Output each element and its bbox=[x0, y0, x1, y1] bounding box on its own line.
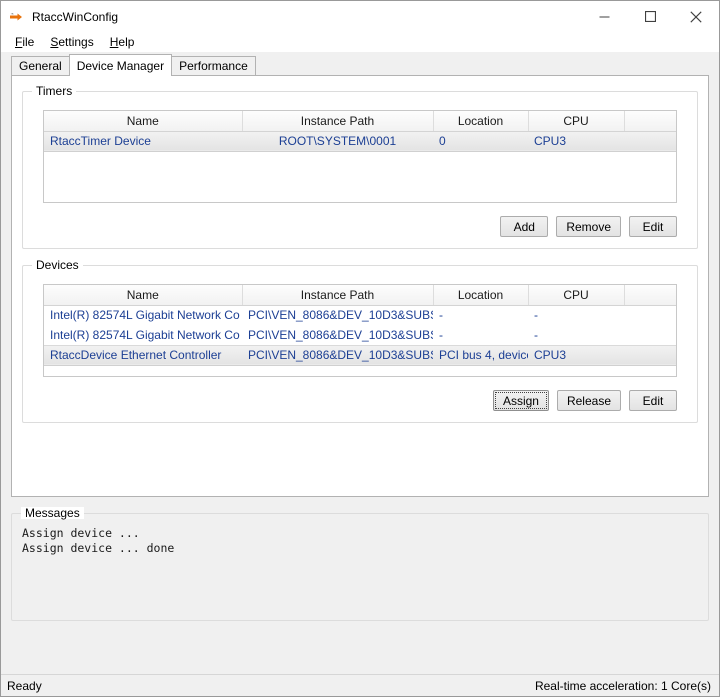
timers-table[interactable]: Name Instance Path Location CPU RtaccTim… bbox=[43, 110, 677, 203]
devices-group: Devices Name Instance Path Location CPU bbox=[22, 259, 698, 423]
timers-cell-cpu: CPU3 bbox=[528, 130, 624, 152]
devices-cell-location: PCI bus 4, device bbox=[433, 344, 528, 366]
close-button[interactable] bbox=[673, 1, 719, 32]
devices-col-extra[interactable] bbox=[624, 285, 676, 306]
edit-timer-button[interactable]: Edit bbox=[629, 216, 677, 237]
tab-performance[interactable]: Performance bbox=[171, 56, 256, 75]
timers-group: Timers Name Instance Path Location CPU R… bbox=[22, 85, 698, 249]
status-bar: Ready Real-time acceleration: 1 Core(s) bbox=[1, 674, 719, 696]
assign-device-button[interactable]: Assign bbox=[492, 390, 549, 411]
devices-table[interactable]: Name Instance Path Location CPU Intel(R)… bbox=[43, 284, 677, 377]
devices-group-title: Devices bbox=[32, 259, 83, 271]
devices-cell-path: PCI\VEN_8086&DEV_10D3&SUBSYS bbox=[248, 327, 433, 342]
rtacc-arrow-icon bbox=[10, 12, 22, 20]
timers-cell-path: ROOT\SYSTEM\0001 bbox=[242, 130, 433, 152]
timers-col-path[interactable]: Instance Path bbox=[242, 111, 434, 132]
devices-cell-extra bbox=[624, 305, 676, 325]
menu-item-help[interactable]: Help bbox=[102, 32, 143, 52]
table-row[interactable]: Intel(R) 82574L Gigabit Network Co PCI\V… bbox=[44, 305, 676, 325]
tab-performance-label: Performance bbox=[179, 59, 248, 73]
devices-table-header-row: Name Instance Path Location CPU bbox=[44, 285, 676, 306]
edit-device-button[interactable]: Edit bbox=[629, 390, 677, 411]
app-window: RtaccWinConfig File Settings Help Genera… bbox=[0, 0, 720, 697]
add-timer-button[interactable]: Add bbox=[500, 216, 549, 237]
devices-cell-cpu: - bbox=[534, 308, 538, 323]
timers-col-cpu[interactable]: CPU bbox=[528, 111, 625, 132]
table-row[interactable]: Intel(R) 82574L Gigabit Network Co PCI\V… bbox=[44, 325, 676, 345]
tab-device-manager[interactable]: Device Manager bbox=[68, 54, 173, 76]
messages-group-title: Messages bbox=[21, 507, 84, 519]
timers-cell-name: RtaccTimer Device bbox=[44, 130, 242, 152]
window-title: RtaccWinConfig bbox=[32, 9, 119, 24]
devices-col-name[interactable]: Name bbox=[44, 285, 243, 306]
release-device-button[interactable]: Release bbox=[556, 390, 621, 411]
devices-cell-location: - bbox=[439, 308, 443, 323]
table-row[interactable]: RtaccTimer Device ROOT\SYSTEM\0001 0 CPU… bbox=[44, 130, 676, 152]
devices-cell-location: - bbox=[439, 327, 443, 342]
devices-col-location[interactable]: Location bbox=[433, 285, 529, 306]
devices-cell-name: Intel(R) 82574L Gigabit Network Co bbox=[50, 308, 240, 323]
tab-strip: General Device Manager Performance bbox=[11, 54, 719, 76]
tab-page-device-manager: Timers Name Instance Path Location CPU R… bbox=[11, 75, 709, 497]
messages-group: Messages Assign device ... Assign device… bbox=[11, 507, 709, 621]
minimize-button[interactable] bbox=[581, 1, 627, 32]
devices-col-path[interactable]: Instance Path bbox=[242, 285, 434, 306]
status-left-text: Ready bbox=[7, 678, 42, 693]
status-right-text: Real-time acceleration: 1 Core(s) bbox=[534, 678, 711, 693]
close-icon bbox=[690, 10, 702, 23]
maximize-button[interactable] bbox=[627, 1, 673, 32]
table-row[interactable]: RtaccDevice Ethernet Controller PCI\VEN_… bbox=[44, 344, 676, 366]
title-bar: RtaccWinConfig bbox=[1, 1, 719, 32]
minimize-icon bbox=[599, 16, 609, 18]
maximize-icon bbox=[644, 11, 656, 22]
timers-cell-location: 0 bbox=[433, 130, 528, 152]
menu-item-settings[interactable]: Settings bbox=[42, 32, 101, 52]
timers-button-row: Add Remove Edit bbox=[500, 216, 677, 237]
devices-cell-cpu: CPU3 bbox=[528, 344, 624, 366]
messages-log: Assign device ... Assign device ... done bbox=[22, 526, 175, 555]
devices-cell-extra bbox=[624, 325, 676, 345]
tab-device-manager-label: Device Manager bbox=[76, 59, 165, 73]
tab-general-label: General bbox=[19, 59, 62, 73]
timers-col-location[interactable]: Location bbox=[433, 111, 529, 132]
remove-timer-button[interactable]: Remove bbox=[556, 216, 621, 237]
window-controls bbox=[581, 1, 719, 32]
timers-group-title: Timers bbox=[32, 85, 77, 97]
timers-table-header-row: Name Instance Path Location CPU bbox=[44, 111, 676, 132]
devices-button-row: Assign Release Edit bbox=[492, 390, 677, 411]
devices-cell-name: RtaccDevice Ethernet Controller bbox=[44, 344, 242, 366]
timers-cell-extra bbox=[624, 130, 676, 152]
timers-col-extra[interactable] bbox=[624, 111, 676, 132]
devices-cell-path: PCI\VEN_8086&DEV_10D3&SUBSYS bbox=[242, 344, 433, 366]
tab-general[interactable]: General bbox=[11, 56, 70, 75]
devices-cell-cpu: - bbox=[534, 327, 538, 342]
devices-cell-name: Intel(R) 82574L Gigabit Network Co bbox=[50, 327, 240, 342]
timers-col-name[interactable]: Name bbox=[44, 111, 243, 132]
devices-col-cpu[interactable]: CPU bbox=[528, 285, 625, 306]
devices-cell-extra bbox=[624, 344, 676, 366]
menu-item-file[interactable]: File bbox=[7, 32, 42, 52]
devices-cell-path: PCI\VEN_8086&DEV_10D3&SUBSYS bbox=[248, 308, 433, 323]
menu-bar: File Settings Help bbox=[1, 32, 719, 52]
